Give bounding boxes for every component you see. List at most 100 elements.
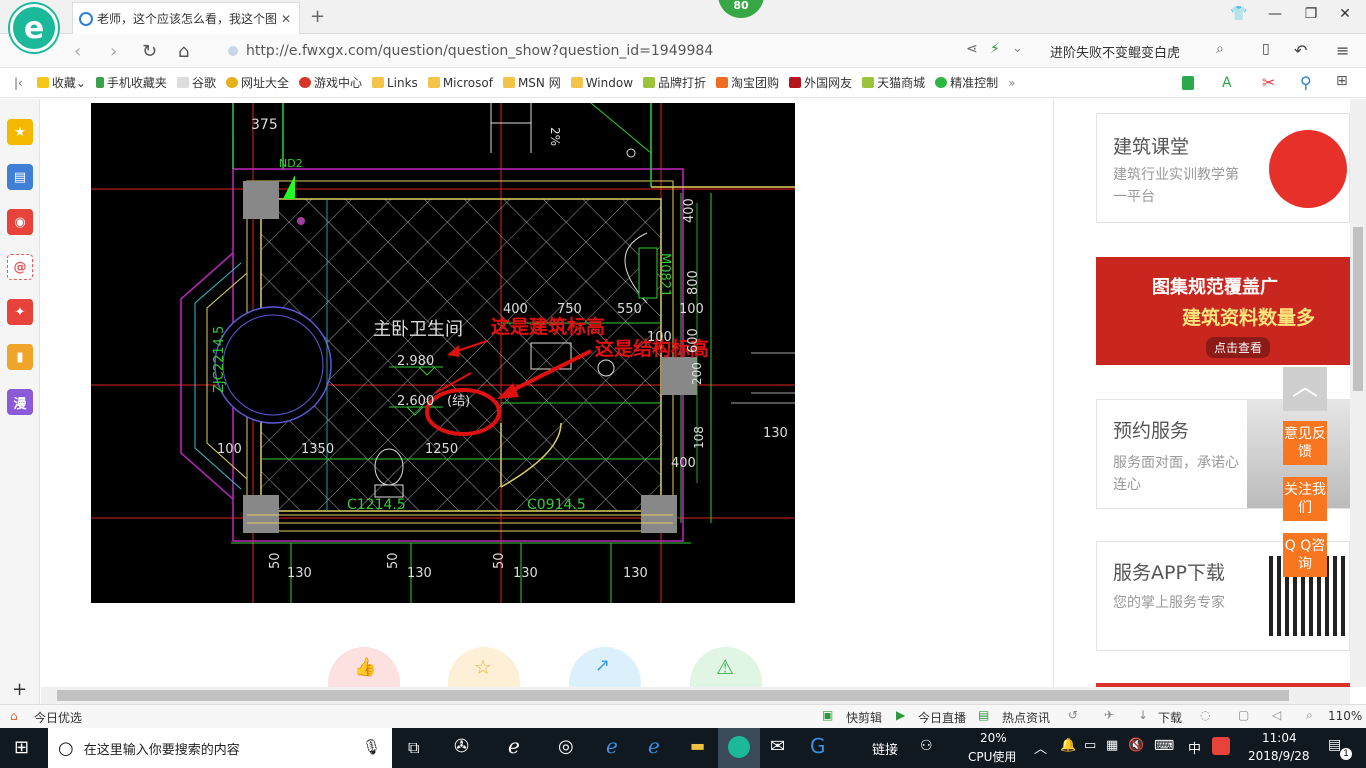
today-picks-link[interactable]: 今日优选 <box>34 709 82 726</box>
pin-icon[interactable]: ✈ <box>1104 708 1114 722</box>
chevron-up-icon[interactable]: ︿ <box>1034 738 1047 757</box>
mail-icon[interactable]: @ <box>7 254 33 280</box>
network-icon[interactable]: ▦ <box>1106 738 1118 753</box>
like-button[interactable]: 👍 <box>328 647 400 687</box>
bookmark-item[interactable]: MSN 网 <box>502 74 561 91</box>
share-button[interactable]: ↗ <box>569 647 641 687</box>
ie-icon[interactable]: ℯ <box>648 734 660 758</box>
bookmark-item[interactable]: 手机收藏夹 <box>95 74 167 91</box>
bookmark-item[interactable]: 天猫商城 <box>862 74 925 91</box>
shield-icon[interactable] <box>1182 76 1194 90</box>
magnifier-icon[interactable]: ⚲ <box>1300 73 1312 92</box>
taskbar-search[interactable]: ○ 在这里输入你要搜索的内容 🎙 <box>48 728 392 768</box>
sogou-icon[interactable] <box>1212 737 1230 755</box>
bookmark-item[interactable]: 谷歌 <box>176 74 216 91</box>
report-button[interactable]: ⚠ <box>690 647 762 687</box>
banner-button[interactable]: 点击查看 <box>1206 337 1271 358</box>
forward-icon[interactable]: › <box>110 41 117 62</box>
microphone-icon[interactable]: 🎙 <box>362 738 381 756</box>
book-icon[interactable]: ▮ <box>7 344 33 370</box>
bookmark-item[interactable]: 淘宝团购 <box>716 74 779 91</box>
scrollbar-thumb[interactable] <box>57 690 1289 701</box>
horizontal-scrollbar[interactable] <box>41 687 1350 704</box>
bookmark-item[interactable]: Links <box>371 76 418 90</box>
grid-icon[interactable]: ⊞ <box>1336 73 1348 89</box>
bookmark-item[interactable]: 收藏 ⌄ <box>36 74 86 91</box>
minimize-button[interactable]: — <box>1264 6 1286 26</box>
clock-date[interactable]: 2018/9/28 <box>1248 749 1310 763</box>
more-bookmarks-icon[interactable]: » <box>1008 76 1015 90</box>
new-tab-button[interactable]: + <box>310 6 325 27</box>
download-link[interactable]: 下载 <box>1158 709 1182 726</box>
follow-us-button[interactable]: 关注我们 <box>1283 477 1327 521</box>
status-item[interactable]: 热点资讯 <box>1002 709 1050 726</box>
menu-icon[interactable]: ≡ <box>1336 41 1349 60</box>
bookmark-item[interactable]: 品牌打折 <box>643 74 706 91</box>
close-tab-icon[interactable]: ✕ <box>279 12 293 26</box>
browser-logo[interactable]: e <box>10 4 58 52</box>
app-g-icon[interactable]: G <box>810 734 826 758</box>
mute-icon[interactable]: 🔇 <box>1128 738 1144 753</box>
file-explorer-icon[interactable]: ▬ <box>690 736 705 755</box>
zoom-level[interactable]: 110% <box>1328 709 1362 723</box>
game-icon[interactable]: ✦ <box>7 299 33 325</box>
news-icon[interactable]: ▤ <box>7 164 33 190</box>
search-icon[interactable]: ⌕ <box>1216 41 1224 57</box>
status-item[interactable]: 快剪辑 <box>846 709 882 726</box>
chevron-down-icon[interactable]: ⌄ <box>1012 41 1023 56</box>
collapse-sidebar-icon[interactable]: |‹ <box>14 76 23 90</box>
add-icon[interactable]: + <box>12 679 27 700</box>
windows-start-icon[interactable]: ⊞ <box>14 737 29 758</box>
lightning-icon[interactable]: ⚡ <box>990 41 1000 57</box>
app-icon[interactable]: ◎ <box>558 736 574 757</box>
bookmark-item[interactable]: Window <box>570 76 633 90</box>
volume-icon[interactable]: ◁ <box>1272 708 1281 722</box>
close-window-button[interactable]: ✕ <box>1334 6 1356 26</box>
notification-icon[interactable]: ▤ <box>1328 737 1341 753</box>
bookmark-item[interactable]: 网址大全 <box>225 74 289 91</box>
favorite-button[interactable]: ☆ <box>448 647 520 687</box>
bookmark-item[interactable]: Microsof <box>427 76 493 90</box>
favorites-icon[interactable]: ★ <box>7 119 33 145</box>
mobile-icon[interactable]: ▯ <box>1262 41 1270 57</box>
clock-time[interactable]: 11:04 <box>1262 731 1297 745</box>
bell-icon[interactable]: 🔔 <box>1060 738 1076 753</box>
task-view-icon[interactable]: ⧉ <box>408 738 419 758</box>
back-to-top-button[interactable]: ︿ <box>1283 367 1327 411</box>
weibo-icon[interactable]: ◉ <box>7 209 33 235</box>
scrollbar-thumb[interactable] <box>1353 227 1363 391</box>
browser-e-icon[interactable]: ℯ <box>508 734 520 758</box>
comic-icon[interactable]: 漫 <box>7 389 33 415</box>
fan-app-icon[interactable]: ✇ <box>454 736 469 757</box>
undo-icon[interactable]: ↶ <box>1294 41 1307 60</box>
qq-consult-button[interactable]: Q Q咨询 <box>1283 533 1327 577</box>
score-badge[interactable]: 80 <box>718 0 764 18</box>
bookmark-item[interactable]: 外国网友 <box>789 74 852 91</box>
ad-card-classroom[interactable]: 建筑课堂 建筑行业实训教学第一平台 <box>1096 113 1350 223</box>
search-box[interactable]: 进阶失败不变鲲变白虎 <box>1050 40 1240 62</box>
translate-icon[interactable]: A <box>1222 75 1232 91</box>
shirt-icon[interactable]: 👕 <box>1228 6 1250 26</box>
vertical-scrollbar[interactable] <box>1350 99 1366 687</box>
bookmark-item[interactable]: 游戏中心 <box>298 74 362 91</box>
feedback-button[interactable]: 意见反馈 <box>1283 421 1327 465</box>
active-browser-task[interactable] <box>718 728 760 768</box>
edge-icon[interactable]: ℯ <box>606 734 618 758</box>
refresh-icon[interactable]: ↺ <box>1068 708 1078 722</box>
link-label[interactable]: 链接 <box>872 739 898 758</box>
window-icon[interactable]: ▢ <box>1238 708 1249 722</box>
scissors-icon[interactable]: ✂ <box>1262 73 1275 92</box>
browser-tab[interactable]: 老师，这个应该怎么看，我这个图 ✕ <box>72 2 300 34</box>
mail-icon[interactable]: ✉ <box>770 736 785 757</box>
restore-button[interactable]: ❐ <box>1300 6 1322 26</box>
status-item[interactable]: 今日直播 <box>918 709 966 726</box>
home-icon[interactable]: ⌂ <box>178 41 189 62</box>
people-icon[interactable]: ⚇ <box>920 738 933 754</box>
back-icon[interactable]: ‹ <box>74 41 81 62</box>
address-bar[interactable]: http://e.fwxgx.com/question/question_sho… <box>228 40 948 62</box>
refresh-icon[interactable]: ↻ <box>142 41 157 62</box>
clean-icon[interactable]: ◌ <box>1200 708 1210 722</box>
ad-banner-standards[interactable]: 图集规范覆盖广 建筑资料数量多 点击查看 <box>1096 257 1350 365</box>
zoom-icon[interactable]: ⌕ <box>1306 708 1313 723</box>
keyboard-icon[interactable]: ⌨ <box>1154 738 1174 754</box>
